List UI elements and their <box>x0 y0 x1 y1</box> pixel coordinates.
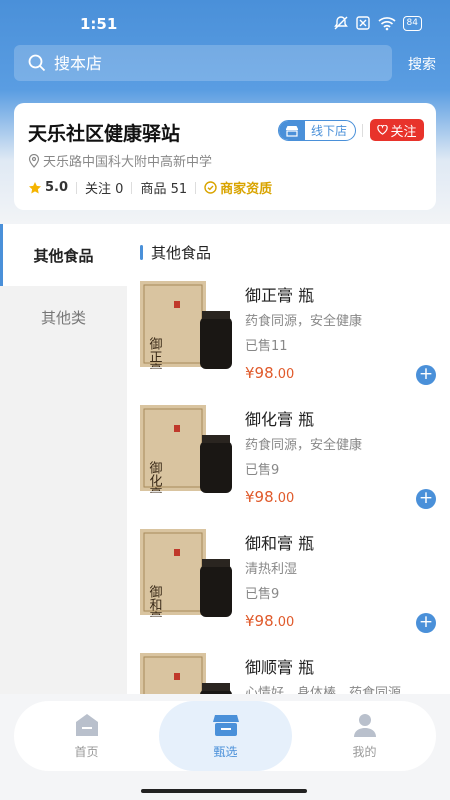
battery-icon: 84 <box>402 15 422 31</box>
verified-icon <box>204 181 217 194</box>
product-image-label: 御正膏 <box>147 337 163 369</box>
bottom-tab-bar: 首页 甄选 我的 <box>14 701 436 771</box>
product-description: 清热利湿 <box>245 562 298 577</box>
user-icon <box>353 714 376 737</box>
search-button[interactable]: 搜索 <box>408 54 436 74</box>
category-sidebar: 其他食品 其他类 <box>0 224 127 694</box>
merchant-qualification-link[interactable]: 商家资质 <box>204 178 272 197</box>
divider <box>76 181 78 194</box>
status-time: 1:51 <box>80 15 118 33</box>
section-title: 其他食品 <box>140 242 211 263</box>
product-card[interactable]: 御化膏 御化膏 瓶 药食同源，安全健康 已售9 ¥98.00 + <box>127 405 450 529</box>
product-card[interactable]: 御正膏 御正膏 瓶 药食同源，安全健康 已售11 ¥98.00 + <box>127 281 450 405</box>
follow-button[interactable]: 关注 <box>370 119 424 141</box>
product-name: 御正膏 瓶 <box>245 286 315 305</box>
shop-icon <box>212 715 239 736</box>
product-name: 御顺膏 瓶 <box>245 658 315 677</box>
product-name: 御化膏 瓶 <box>245 410 315 429</box>
product-image: 御正膏 <box>140 281 232 369</box>
store-stats: 5.0 关注 0 商品 51 商家资质 <box>28 178 272 197</box>
add-to-cart-button[interactable]: + <box>416 489 436 509</box>
price-integer: ¥98 <box>245 612 274 630</box>
add-to-cart-button[interactable]: + <box>416 613 436 633</box>
bell-muted-icon <box>333 16 348 30</box>
sim-off-icon <box>355 16 370 30</box>
product-description: 药食同源，安全健康 <box>245 438 363 453</box>
product-count: 商品 51 <box>140 182 188 197</box>
sidebar-item-label: 其他类 <box>40 308 86 327</box>
product-card[interactable]: 御顺 御顺膏 瓶 心情好，身体棒，药食同源，… <box>127 653 450 694</box>
price-integer: ¥98 <box>245 364 274 382</box>
store-icon <box>279 121 305 140</box>
product-image-label: 御和膏 <box>147 585 163 617</box>
product-list: 其他食品 御正膏 御正膏 瓶 药食同源，安全健康 已售11 ¥98.00 + 御… <box>127 224 450 694</box>
product-name: 御和膏 瓶 <box>245 534 315 553</box>
store-rating: 5.0 <box>45 180 69 195</box>
status-bar: 1:51 84 <box>0 0 450 44</box>
product-image: 御和膏 <box>140 529 232 617</box>
price-integer: ¥98 <box>245 488 274 506</box>
home-icon <box>75 714 98 736</box>
product-price: ¥98.00 <box>245 612 294 630</box>
store-address-text: 天乐路中国科大附中高新中学 <box>43 155 213 170</box>
follow-count: 关注 0 <box>85 182 124 197</box>
tab-label: 我的 <box>352 745 377 759</box>
price-decimal: .00 <box>273 491 295 506</box>
follow-label: 关注 <box>390 124 417 140</box>
product-sold: 已售11 <box>245 339 288 354</box>
offline-store-label: 线下店 <box>311 124 348 138</box>
product-sold: 已售9 <box>245 463 280 478</box>
tab-mine[interactable]: 我的 <box>298 701 431 771</box>
offline-store-badge[interactable]: 线下店 <box>278 120 356 141</box>
price-decimal: .00 <box>273 367 295 382</box>
location-icon <box>28 153 40 168</box>
search-input[interactable] <box>54 53 354 73</box>
tab-home[interactable]: 首页 <box>20 701 153 771</box>
product-sold: 已售9 <box>245 587 280 602</box>
tab-label: 甄选 <box>213 745 238 759</box>
store-name: 天乐社区健康驿站 <box>28 123 181 145</box>
sidebar-item-other-food[interactable]: 其他食品 <box>0 224 127 286</box>
product-image-label: 御化膏 <box>147 461 163 493</box>
bottom-nav-area: 首页 甄选 我的 <box>0 694 450 800</box>
product-card[interactable]: 御和膏 御和膏 瓶 清热利湿 已售9 ¥98.00 + <box>127 529 450 653</box>
add-to-cart-button[interactable]: + <box>416 365 436 385</box>
tab-select[interactable]: 甄选 <box>159 701 292 771</box>
product-image: 御顺 <box>140 653 232 694</box>
tab-label: 首页 <box>74 745 99 759</box>
home-indicator <box>141 789 307 793</box>
section-marker <box>140 245 143 260</box>
wifi-icon <box>378 17 396 31</box>
product-description: 心情好，身体棒，药食同源，… <box>245 686 428 694</box>
heart-icon <box>377 125 389 135</box>
divider <box>362 124 363 137</box>
divider <box>195 181 197 194</box>
store-card: 天乐社区健康驿站 线下店 关注 天乐路中国科大附中高新中学 5.0 关注 0 商… <box>14 103 436 210</box>
sidebar-item-other[interactable]: 其他类 <box>0 286 127 348</box>
store-address: 天乐路中国科大附中高新中学 <box>28 151 212 170</box>
search-bar[interactable] <box>14 45 392 81</box>
price-decimal: .00 <box>273 615 295 630</box>
divider <box>131 181 133 194</box>
status-icons: 84 <box>333 15 422 31</box>
product-image: 御化膏 <box>140 405 232 493</box>
search-icon <box>28 54 46 72</box>
product-price: ¥98.00 <box>245 364 294 382</box>
star-icon <box>29 181 41 193</box>
qualification-label: 商家资质 <box>220 182 273 197</box>
section-title-text: 其他食品 <box>151 244 212 262</box>
sidebar-item-label: 其他食品 <box>33 246 94 265</box>
product-price: ¥98.00 <box>245 488 294 506</box>
product-description: 药食同源，安全健康 <box>245 314 363 329</box>
